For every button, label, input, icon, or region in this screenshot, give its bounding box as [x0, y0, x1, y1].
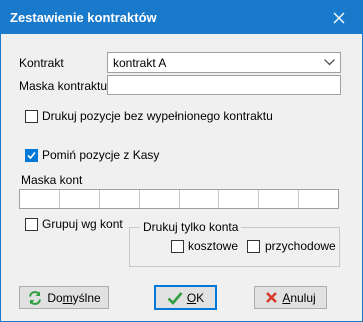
title-bar: Zestawienie kontraktów — [1, 1, 362, 34]
window-title: Zestawienie kontraktów — [10, 10, 157, 25]
drukuj-tylko-konta-group: Drukuj tylko konta kosztowe przychodowe — [129, 220, 340, 267]
przychodowe-label: przychodowe — [265, 239, 336, 253]
maska-kont-cell[interactable] — [299, 190, 338, 208]
drukuj-bez-label: Drukuj pozycje bez wypełnionego kontrakt… — [42, 109, 273, 123]
anuluj-button[interactable]: Anuluj — [254, 286, 327, 309]
cancel-icon — [266, 292, 278, 303]
chevron-down-icon — [324, 59, 335, 66]
dialog-window: Zestawienie kontraktów Kontrakt kontrakt… — [0, 0, 363, 322]
maska-kontraktu-input[interactable] — [107, 75, 341, 95]
maska-kont-cell[interactable] — [180, 190, 220, 208]
domyslne-label: Domyślne — [47, 290, 101, 305]
refresh-icon — [29, 290, 42, 305]
grupuj-checkbox[interactable] — [25, 218, 38, 231]
maska-kont-cell[interactable] — [100, 190, 140, 208]
pomin-kasy-checkbox[interactable] — [25, 149, 38, 162]
checkmark-icon — [27, 151, 36, 160]
domyslne-button[interactable]: Domyślne — [19, 286, 109, 309]
maska-kontraktu-label: Maska kontraktu — [19, 79, 108, 93]
close-icon — [333, 12, 345, 23]
ok-label: OK — [186, 290, 205, 305]
maska-kont-cell[interactable] — [140, 190, 180, 208]
kosztowe-checkbox[interactable] — [171, 240, 184, 253]
kontrakt-label: Kontrakt — [19, 56, 64, 70]
checkmark-icon — [167, 291, 183, 305]
maska-kont-input[interactable] — [19, 189, 339, 209]
anuluj-label: Anuluj — [282, 290, 316, 305]
kontrakt-combo[interactable]: kontrakt A — [107, 52, 341, 73]
grupuj-label: Grupuj wg kont — [42, 217, 123, 231]
drukuj-bez-checkbox[interactable] — [25, 110, 38, 123]
maska-kont-cell[interactable] — [20, 190, 60, 208]
drukuj-tylko-konta-legend: Drukuj tylko konta — [140, 220, 242, 234]
close-button[interactable] — [316, 1, 362, 34]
przychodowe-checkbox[interactable] — [247, 240, 260, 253]
maska-kont-label: Maska kont — [21, 173, 83, 187]
maska-kont-cell[interactable] — [259, 190, 300, 208]
maska-kont-cell[interactable] — [219, 190, 260, 208]
pomin-kasy-label: Pomiń pozycje z Kasy — [42, 148, 160, 162]
kosztowe-label: kosztowe — [188, 239, 239, 253]
ok-button[interactable]: OK — [154, 285, 217, 310]
kontrakt-value: kontrakt A — [113, 56, 167, 70]
maska-kont-cell[interactable] — [60, 190, 100, 208]
